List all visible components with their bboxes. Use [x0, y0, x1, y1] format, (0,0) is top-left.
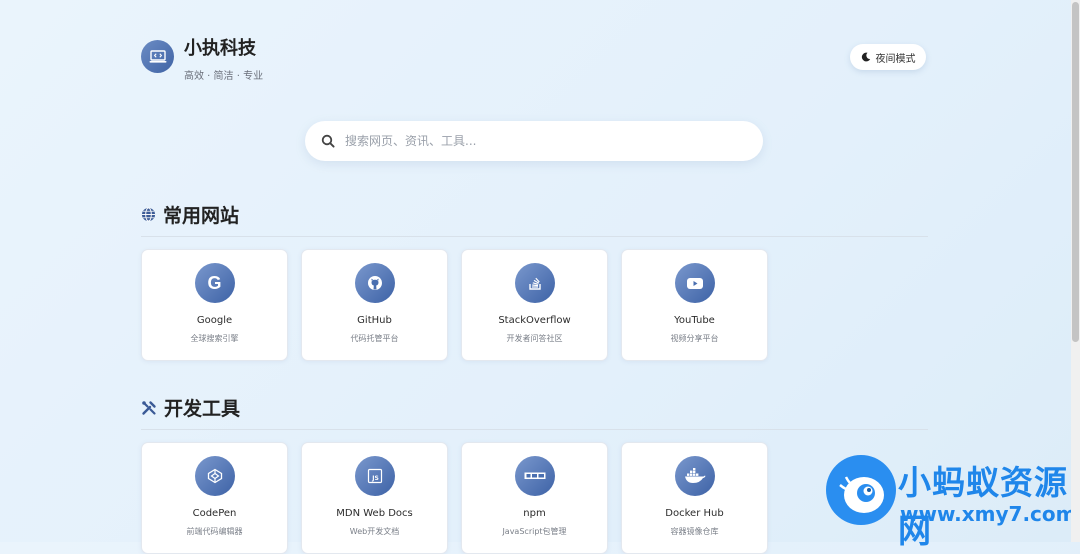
site-card-google[interactable]: G Google 全球搜索引擎 [141, 249, 288, 361]
codepen-icon [194, 456, 235, 496]
card-name: Google [196, 315, 233, 326]
stackoverflow-icon [514, 263, 555, 303]
google-icon: G [194, 263, 235, 303]
card-name: CodePen [192, 508, 237, 519]
section-title-label: 开发工具 [164, 398, 241, 420]
section-title-common-sites: 常用网站 [141, 201, 239, 228]
site-card-npm[interactable]: npm JavaScript包管理 [461, 442, 608, 554]
section-title-dev-tools: 开发工具 [141, 394, 240, 421]
card-name: npm [523, 508, 546, 519]
tools-icon [141, 400, 157, 416]
site-card-stackoverflow[interactable]: StackOverflow 开发者问答社区 [461, 249, 608, 361]
site-header: 小执科技 高效 · 简洁 · 专业 [141, 38, 263, 82]
docker-icon [674, 456, 715, 496]
search-bar[interactable] [305, 121, 763, 161]
site-card-github[interactable]: GitHub 代码托管平台 [301, 249, 448, 361]
watermark: 小蚂蚁资源网 www.xmy7.com [826, 455, 1077, 550]
card-name: MDN Web Docs [336, 508, 413, 519]
github-icon [354, 263, 395, 303]
npm-icon [514, 456, 555, 496]
card-name: YouTube [674, 315, 715, 326]
scrollbar[interactable] [1071, 0, 1080, 542]
site-card-mdn[interactable]: JS MDN Web Docs Web开发文档 [301, 442, 448, 554]
card-desc: 开发者问答社区 [506, 334, 563, 343]
section-divider [141, 236, 928, 237]
card-desc: Web开发文档 [349, 527, 400, 536]
night-mode-label: 夜间模式 [875, 53, 916, 65]
ant-logo-icon [826, 455, 896, 525]
section-divider [141, 429, 928, 430]
watermark-url: www.xmy7.com [900, 502, 1077, 526]
globe-icon [141, 207, 156, 222]
scrollbar-thumb[interactable] [1072, 2, 1079, 342]
section-title-label: 常用网站 [163, 205, 240, 227]
card-desc: 视频分享平台 [670, 334, 719, 343]
youtube-icon [674, 263, 715, 303]
site-card-docker[interactable]: Docker Hub 容器镜像仓库 [621, 442, 768, 554]
moon-icon [861, 52, 870, 62]
search-icon [321, 134, 335, 148]
card-desc: 全球搜索引擎 [190, 334, 239, 343]
card-desc: JavaScript包管理 [502, 527, 567, 536]
card-name: Docker Hub [665, 508, 724, 519]
svg-text:JS: JS [371, 475, 379, 482]
card-desc: 容器镜像仓库 [670, 527, 719, 536]
laptop-code-icon[interactable] [141, 40, 174, 73]
site-card-codepen[interactable]: CodePen 前端代码编辑器 [141, 442, 288, 554]
card-desc: 代码托管平台 [350, 334, 399, 343]
js-icon: JS [354, 456, 395, 496]
brand-title: 小执科技 [184, 38, 256, 59]
card-desc: 前端代码编辑器 [186, 527, 243, 536]
brand-subtitle: 高效 · 简洁 · 专业 [184, 71, 264, 82]
card-name: StackOverflow [498, 315, 571, 326]
search-input[interactable] [343, 133, 727, 149]
night-mode-button[interactable]: 夜间模式 [850, 44, 926, 70]
site-card-youtube[interactable]: YouTube 视频分享平台 [621, 249, 768, 361]
card-name: GitHub [357, 315, 392, 326]
